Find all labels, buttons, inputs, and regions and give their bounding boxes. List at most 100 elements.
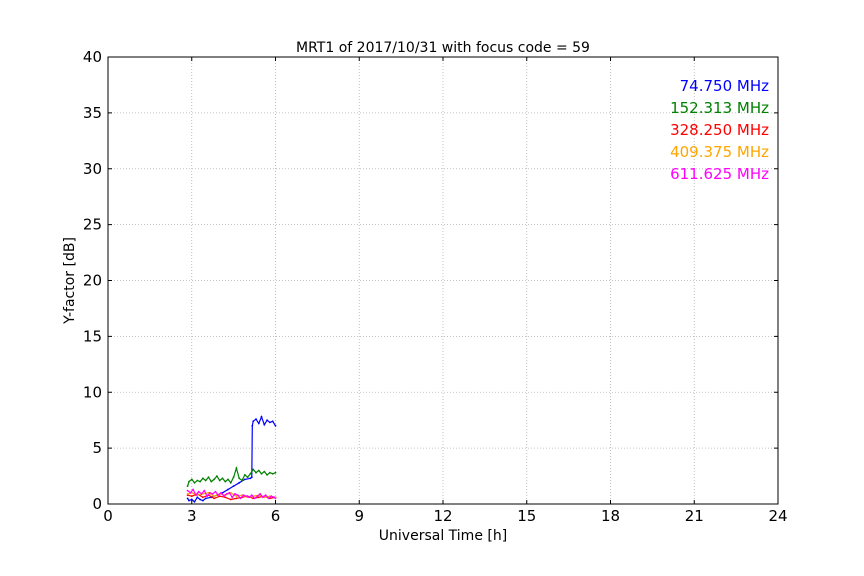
data-point: [253, 497, 256, 500]
data-point: [195, 494, 197, 496]
data-point: [196, 479, 199, 482]
legend-entry: 328.250 MHz: [670, 121, 769, 139]
data-point: [235, 467, 238, 470]
y-tick-label: 0: [92, 495, 102, 513]
x-tick-label: 21: [685, 507, 704, 525]
data-point: [227, 488, 229, 491]
data-point: [257, 496, 260, 499]
data-point: [227, 478, 229, 481]
x-tick-label: 15: [517, 507, 536, 525]
y-tick-label: 20: [83, 272, 102, 290]
data-point: [186, 489, 189, 492]
data-point: [200, 493, 203, 495]
data-point: [255, 418, 257, 420]
data-point: [186, 497, 189, 500]
data-point: [213, 478, 216, 481]
data-point: [216, 475, 218, 477]
legend-entry: 611.625 MHz: [670, 165, 769, 183]
data-point: [257, 469, 260, 472]
x-tick-label: 0: [103, 507, 113, 525]
data-point: [245, 495, 248, 498]
data-point: [188, 480, 190, 483]
data-point: [199, 498, 202, 501]
data-point: [211, 493, 214, 495]
data-point: [271, 472, 274, 475]
data-point: [229, 498, 232, 501]
y-tick-label: 5: [92, 439, 102, 457]
y-tick-label: 25: [83, 216, 102, 234]
data-point: [186, 485, 189, 487]
data-point: [214, 490, 217, 493]
data-point: [232, 476, 235, 479]
data-point: [249, 477, 252, 480]
data-point: [196, 496, 199, 499]
data-point: [238, 481, 241, 484]
data-point: [260, 415, 263, 418]
data-point: [243, 478, 246, 481]
data-point: [269, 471, 271, 474]
data-point: [242, 494, 245, 496]
data-point: [193, 500, 196, 503]
x-tick-label: 18: [601, 507, 620, 525]
data-point: [218, 495, 221, 498]
data-point: [248, 496, 250, 499]
data-point: [224, 480, 227, 483]
data-point: [259, 493, 261, 495]
legend: 74.750 MHz 152.313 MHz 328.250 MHz 409.375 …: [670, 77, 769, 183]
data-point: [255, 471, 257, 474]
data-point: [263, 423, 266, 426]
data-point: [273, 496, 275, 499]
data-point: [232, 485, 235, 487]
data-point: [197, 490, 200, 493]
data-point: [269, 421, 271, 424]
data-point: [274, 497, 277, 500]
data-point: [213, 497, 216, 500]
data-point: [229, 481, 232, 484]
data-point: [217, 494, 220, 496]
data-point: [186, 493, 189, 495]
x-tick-label: 9: [354, 507, 364, 525]
data-point: [223, 495, 225, 498]
data-point: [228, 491, 231, 494]
chart: 0 3 6 9 12 15 18 21 24 0 5 10 15 20 25 30 35 40 74.750 MH…: [0, 0, 864, 576]
data-point: [189, 491, 192, 494]
data-point: [260, 472, 263, 475]
data-point: [204, 479, 207, 482]
data-point: [199, 480, 202, 483]
data-point: [218, 479, 221, 482]
data-point: [235, 495, 238, 498]
data-point: [266, 419, 268, 422]
data-point: [190, 478, 193, 481]
data-point: [235, 497, 238, 500]
y-tick-label: 10: [83, 383, 102, 401]
x-tick-label: 24: [768, 507, 787, 525]
data-point: [252, 420, 255, 423]
data-point: [238, 477, 241, 480]
data-point: [249, 472, 252, 475]
data-point: [262, 496, 264, 499]
data-point: [270, 495, 273, 498]
data-point: [202, 499, 204, 502]
y-tick-label: 40: [83, 48, 102, 66]
data-point: [236, 494, 239, 496]
data-point: [257, 422, 260, 425]
data-point: [264, 494, 267, 496]
data-point: [202, 496, 204, 499]
data-point: [250, 494, 253, 496]
data-point: [234, 493, 236, 495]
data-point: [243, 474, 246, 476]
data-point: [256, 495, 259, 498]
data-point: [274, 471, 277, 474]
data-point: [263, 470, 266, 473]
y-tick-label: 35: [83, 104, 102, 122]
data-point: [220, 491, 223, 494]
data-point: [210, 480, 213, 483]
x-tick-label: 3: [187, 507, 197, 525]
data-point: [213, 495, 216, 498]
y-axis-label: Y-factor [dB]: [62, 237, 78, 325]
data-point: [241, 479, 243, 482]
data-point: [267, 497, 270, 500]
chart-title: MRT1 of 2017/10/31 with focus code = 59: [296, 40, 590, 56]
x-tick-label: 12: [433, 507, 452, 525]
data-point: [274, 424, 277, 427]
